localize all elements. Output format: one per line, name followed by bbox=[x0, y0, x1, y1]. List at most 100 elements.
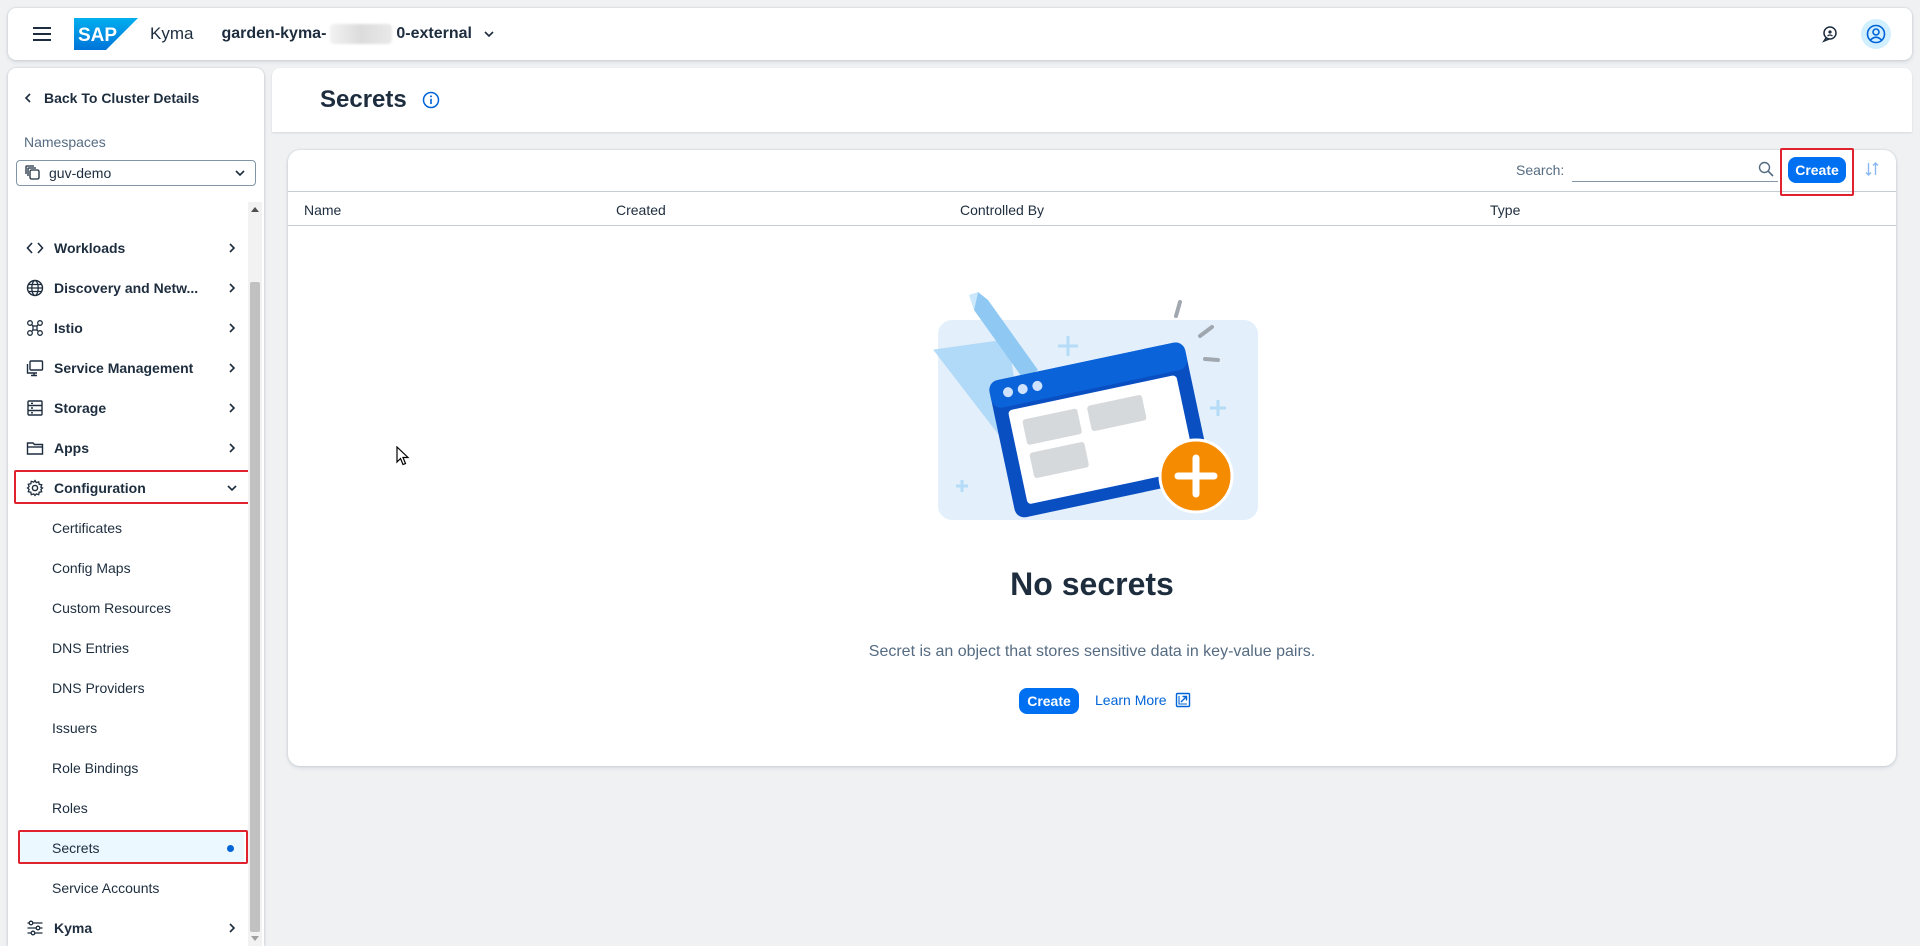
column-header-type[interactable]: Type bbox=[1490, 202, 1520, 218]
chevron-right-icon bbox=[229, 363, 236, 373]
sub-item-dns-providers[interactable]: DNS Providers bbox=[20, 672, 244, 704]
selected-indicator bbox=[227, 844, 234, 852]
chevron-right-icon bbox=[229, 323, 236, 333]
network-icon bbox=[27, 320, 43, 336]
nav-item-storage[interactable]: Storage bbox=[16, 392, 248, 424]
sub-item-dns-entries[interactable]: DNS Entries bbox=[20, 632, 244, 664]
chevron-right-icon bbox=[229, 403, 236, 413]
side-navigation: Back To Cluster Details Namespaces guv-d… bbox=[8, 68, 264, 946]
cluster-name-prefix: garden-kyma- bbox=[221, 25, 327, 42]
sub-item-label: Service Accounts bbox=[52, 880, 160, 896]
sub-item-secrets[interactable]: Secrets bbox=[20, 832, 244, 864]
nav-list: Workloads Discovery and Netw... Istio Se… bbox=[8, 204, 264, 946]
sub-item-label: DNS Providers bbox=[52, 680, 145, 696]
chevron-left-icon bbox=[24, 93, 31, 103]
sap-logo[interactable]: SAP bbox=[74, 18, 138, 50]
search-input[interactable] bbox=[1572, 158, 1778, 182]
cluster-name-suffix: 0-external bbox=[396, 25, 472, 42]
sub-item-label: Role Bindings bbox=[52, 760, 139, 776]
nav-item-kyma[interactable]: Kyma bbox=[16, 912, 248, 944]
main-content: Secrets Search: Create Name Created Cont… bbox=[272, 68, 1912, 946]
scroll-down-arrow-icon[interactable] bbox=[248, 932, 262, 946]
menu-icon[interactable] bbox=[22, 16, 62, 52]
nav-item-label: Istio bbox=[54, 320, 83, 336]
column-header-name[interactable]: Name bbox=[304, 202, 341, 218]
create-button[interactable]: Create bbox=[1788, 157, 1846, 183]
page-title: Secrets bbox=[320, 86, 407, 113]
storage-icon bbox=[27, 400, 43, 416]
table-toolbar: Search: Create bbox=[288, 148, 1896, 196]
chevron-down-icon bbox=[484, 31, 494, 38]
sub-item-role-bindings[interactable]: Role Bindings bbox=[20, 752, 244, 784]
monitor-icon bbox=[26, 360, 44, 377]
folder-icon bbox=[26, 442, 44, 455]
chevron-right-icon bbox=[229, 443, 236, 453]
sub-item-label: Certificates bbox=[52, 520, 123, 536]
avatar[interactable] bbox=[1861, 19, 1891, 49]
namespace-icon bbox=[25, 165, 40, 180]
mouse-cursor-icon bbox=[396, 446, 410, 466]
column-header-created[interactable]: Created bbox=[616, 202, 666, 218]
external-link-icon bbox=[1175, 692, 1190, 708]
sub-item-label: Custom Resources bbox=[52, 600, 172, 616]
code-icon bbox=[26, 242, 44, 254]
sub-item-issuers[interactable]: Issuers bbox=[20, 712, 244, 744]
learn-more-label: Learn More bbox=[1095, 692, 1167, 708]
empty-state-description: Secret is an object that stores sensitiv… bbox=[868, 643, 1316, 660]
sliders-icon bbox=[27, 920, 43, 936]
learn-more-link[interactable]: Learn More bbox=[1095, 692, 1191, 708]
search-icon[interactable] bbox=[1758, 161, 1774, 177]
sub-item-label: Issuers bbox=[52, 720, 98, 736]
product-name[interactable]: Kyma bbox=[150, 24, 193, 44]
search-label: Search: bbox=[1516, 162, 1565, 178]
svg-text:SAP: SAP bbox=[78, 25, 117, 46]
cluster-selector[interactable]: garden-kyma- 0-external bbox=[221, 24, 496, 44]
chevron-right-icon bbox=[229, 243, 236, 253]
back-link-label: Back To Cluster Details bbox=[44, 90, 200, 106]
nav-item-workloads[interactable]: Workloads bbox=[16, 232, 248, 264]
user-avatar[interactable] bbox=[1860, 18, 1892, 50]
table-header: Name Created Controlled By Type bbox=[288, 192, 1896, 226]
nav-item-label: Workloads bbox=[54, 240, 126, 256]
chevron-down-icon bbox=[235, 170, 245, 177]
chevron-down-icon bbox=[227, 485, 237, 492]
nav-item-label: Storage bbox=[54, 400, 107, 416]
back-to-cluster-link[interactable]: Back To Cluster Details bbox=[22, 86, 199, 110]
info-icon[interactable] bbox=[421, 90, 441, 110]
column-header-controlled-by[interactable]: Controlled By bbox=[960, 202, 1044, 218]
sub-item-roles[interactable]: Roles bbox=[20, 792, 244, 824]
nav-item-apps[interactable]: Apps bbox=[16, 432, 248, 464]
nav-item-istio[interactable]: Istio bbox=[16, 312, 248, 344]
nav-item-discovery[interactable]: Discovery and Netw... bbox=[16, 272, 248, 304]
nav-item-label: Service Management bbox=[54, 360, 194, 376]
sub-item-label: Roles bbox=[52, 800, 88, 816]
nav-item-label: Kyma bbox=[54, 920, 93, 936]
sub-item-config-maps[interactable]: Config Maps bbox=[20, 552, 244, 584]
chevron-right-icon bbox=[229, 283, 236, 293]
namespaces-label: Namespaces bbox=[24, 134, 106, 150]
sub-item-label: Config Maps bbox=[52, 560, 131, 576]
scroll-thumb[interactable] bbox=[250, 282, 260, 932]
sub-item-custom-resources[interactable]: Custom Resources bbox=[20, 592, 244, 624]
sub-item-label: Secrets bbox=[52, 840, 100, 856]
gear-icon bbox=[26, 479, 44, 497]
scroll-up-arrow-icon[interactable] bbox=[248, 202, 262, 216]
nav-item-label: Configuration bbox=[54, 480, 146, 496]
nav-item-service-management[interactable]: Service Management bbox=[16, 352, 248, 384]
nav-item-label: Discovery and Netw... bbox=[54, 280, 199, 296]
sidebar-scrollbar[interactable] bbox=[248, 202, 262, 946]
user-icon bbox=[1866, 24, 1886, 44]
feedback-icon[interactable] bbox=[1814, 18, 1846, 50]
empty-state-illustration bbox=[933, 292, 1258, 520]
sub-item-certificates[interactable]: Certificates bbox=[20, 512, 244, 544]
empty-state-create-button[interactable]: Create bbox=[1019, 688, 1079, 714]
shellbar: SAP Kyma garden-kyma- 0-external bbox=[8, 8, 1912, 60]
sub-item-service-accounts[interactable]: Service Accounts bbox=[20, 872, 244, 904]
sort-icon[interactable] bbox=[1864, 161, 1880, 177]
namespace-value: guv-demo bbox=[49, 165, 112, 181]
sub-item-label: DNS Entries bbox=[52, 640, 130, 656]
chevron-right-icon bbox=[229, 923, 236, 933]
nav-item-label: Apps bbox=[54, 440, 89, 456]
nav-item-configuration[interactable]: Configuration bbox=[16, 472, 248, 504]
namespace-select[interactable]: guv-demo bbox=[16, 160, 256, 186]
